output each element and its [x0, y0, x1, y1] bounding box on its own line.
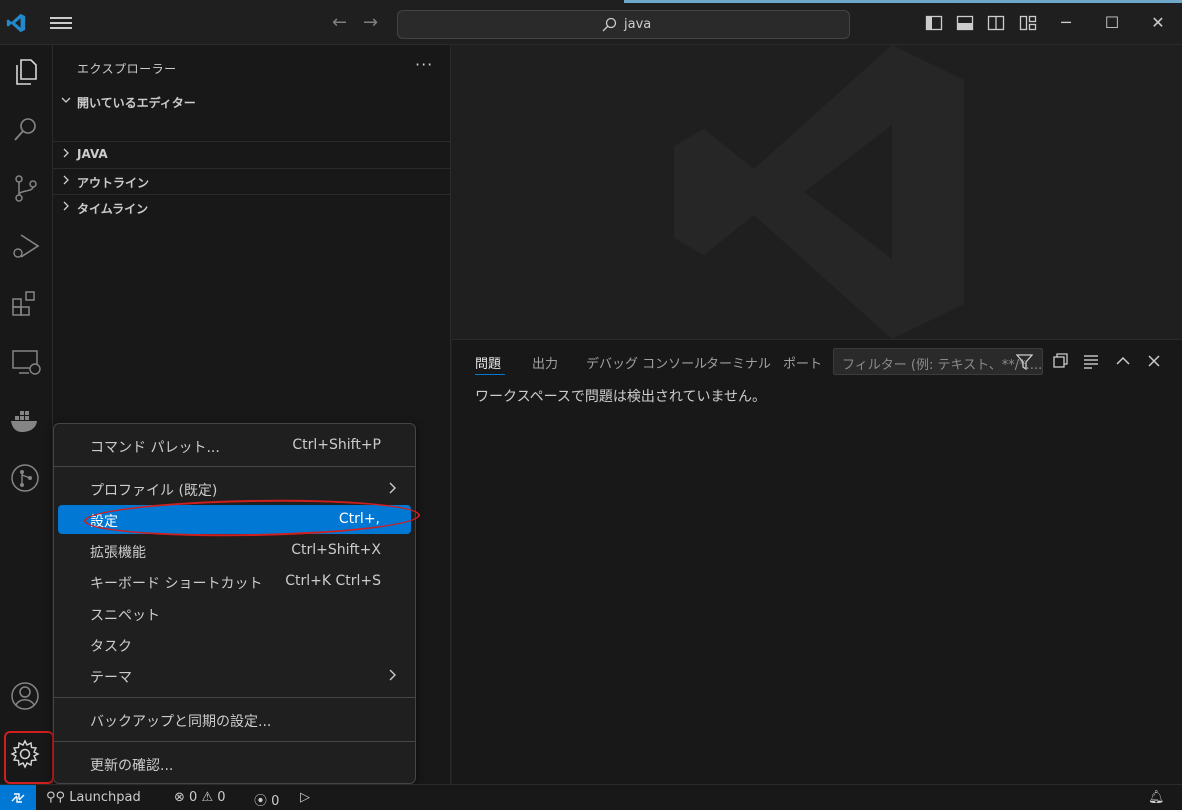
filter-icon[interactable]	[1016, 354, 1033, 370]
accounts-icon[interactable]	[9, 679, 43, 713]
vscode-logo-icon	[5, 12, 27, 34]
search-icon	[602, 17, 617, 32]
tab-ports[interactable]: ポート	[783, 353, 822, 372]
tab-terminal[interactable]: ターミナル	[706, 353, 771, 372]
section-label: アウトライン	[77, 176, 150, 190]
error-icon: ⊗	[174, 790, 185, 805]
toggle-secondary-sidebar-icon[interactable]	[987, 14, 1005, 32]
status-bar: ⚲⚲ Launchpad ⊗ 0 ⚠ 0 ⦿ 0 ▷ 🔔︎	[0, 784, 1182, 810]
chevron-down-icon	[61, 97, 71, 103]
arrow-left-icon[interactable]: ←	[332, 12, 347, 34]
active-tab-indicator	[475, 374, 505, 375]
search-text: java	[624, 17, 652, 32]
rocket-icon: ⚲⚲	[46, 790, 66, 805]
activity-bar	[0, 45, 54, 784]
maximize-icon[interactable]: ☐	[1101, 12, 1123, 34]
vscode-watermark-icon	[674, 45, 964, 339]
menu-separator	[54, 741, 415, 742]
tab-problems[interactable]: 問題	[475, 353, 501, 372]
collapse-all-icon[interactable]	[1051, 352, 1069, 370]
section-java[interactable]: JAVA	[53, 141, 451, 167]
arrow-right-icon[interactable]: →	[363, 12, 378, 34]
menu-item-tasks[interactable]: タスク	[58, 630, 411, 659]
menu-separator	[54, 466, 415, 467]
notifications-bell-icon[interactable]: 🔔︎	[1148, 790, 1165, 805]
title-bar: ← → java ─ ☐ ✕	[0, 0, 1182, 45]
chevron-right-icon	[63, 175, 69, 185]
shortcut: Ctrl+Shift+X	[291, 542, 381, 558]
section-label: タイムライン	[77, 202, 149, 216]
chevron-right-icon	[63, 201, 69, 211]
menu-item-themes[interactable]: テーマ	[58, 661, 411, 690]
section-open-editors[interactable]: 開いているエディター	[53, 89, 451, 115]
manage-context-menu: コマンド パレット... Ctrl+Shift+P プロファイル (既定) 設定…	[53, 423, 421, 784]
menu-item-keyboard-shortcuts[interactable]: キーボード ショートカット Ctrl+K Ctrl+S	[58, 567, 411, 596]
remote-icon	[11, 793, 25, 803]
run-debug-icon[interactable]	[9, 229, 43, 263]
section-label: 開いているエディター	[77, 96, 196, 110]
toggle-panel-icon[interactable]	[956, 14, 974, 32]
chevron-right-icon	[63, 148, 69, 158]
section-label: JAVA	[77, 147, 108, 161]
toggle-primary-sidebar-icon[interactable]	[925, 14, 943, 32]
explorer-icon[interactable]	[9, 55, 43, 89]
chevron-right-icon	[389, 669, 396, 681]
chevron-right-icon	[389, 482, 396, 494]
sidebar-title: エクスプローラー	[77, 62, 177, 76]
maximize-panel-icon[interactable]	[1114, 352, 1132, 370]
close-panel-icon[interactable]	[1145, 352, 1163, 370]
editor-area	[452, 45, 1182, 339]
bottom-panel: 問題 出力 デバッグ コンソール ターミナル ポート フィルター (例: テキス…	[452, 339, 1182, 784]
source-control-icon[interactable]	[9, 171, 43, 205]
docker-icon[interactable]	[9, 403, 43, 437]
background-window-strip	[624, 0, 1182, 3]
shortcut: Ctrl+Shift+P	[292, 437, 381, 453]
launchpad-item[interactable]: ⚲⚲ Launchpad	[46, 790, 141, 805]
hamburger-menu-icon[interactable]	[50, 14, 72, 32]
tab-debug-console[interactable]: デバッグ コンソール	[586, 353, 707, 372]
tab-output[interactable]: 出力	[532, 353, 558, 372]
debug-status[interactable]: ▷	[300, 790, 310, 805]
close-window-icon[interactable]: ✕	[1147, 12, 1169, 34]
debug-icon: ▷	[300, 790, 310, 805]
command-center-search[interactable]: java	[397, 10, 850, 39]
section-timeline[interactable]: タイムライン	[53, 194, 451, 220]
view-as-list-icon[interactable]	[1082, 352, 1100, 370]
minimize-icon[interactable]: ─	[1055, 12, 1077, 34]
menu-item-extensions[interactable]: 拡張機能 Ctrl+Shift+X	[58, 536, 411, 565]
problems-filter-input[interactable]: フィルター (例: テキスト、**/*....	[833, 348, 1043, 375]
shortcut: Ctrl+K Ctrl+S	[285, 573, 381, 589]
warning-icon: ⚠	[201, 790, 214, 805]
menu-item-backup-sync[interactable]: バックアップと同期の設定...	[58, 705, 411, 734]
git-graph-icon[interactable]	[9, 461, 43, 495]
filter-placeholder: フィルター (例: テキスト、**/*....	[842, 358, 1043, 373]
extensions-icon[interactable]	[9, 287, 43, 321]
menu-item-check-updates[interactable]: 更新の確認...	[58, 749, 411, 778]
remote-indicator[interactable]	[0, 785, 36, 810]
remote-explorer-icon[interactable]	[9, 345, 43, 379]
search-icon[interactable]	[9, 113, 43, 147]
ports-status[interactable]: ⦿ 0	[254, 790, 279, 809]
menu-item-command-palette[interactable]: コマンド パレット... Ctrl+Shift+P	[58, 431, 411, 460]
broadcast-icon: ⦿	[254, 794, 268, 809]
more-actions-icon[interactable]: ···	[415, 55, 433, 74]
problems-empty-message: ワークスペースで問題は検出されていません。	[475, 389, 767, 405]
menu-item-profile[interactable]: プロファイル (既定)	[58, 474, 411, 503]
menu-separator	[54, 697, 415, 698]
customize-layout-icon[interactable]	[1019, 14, 1037, 32]
menu-item-snippets[interactable]: スニペット	[58, 599, 411, 628]
gear-annotation-outline	[4, 731, 54, 784]
section-outline[interactable]: アウトライン	[53, 168, 451, 194]
problems-status[interactable]: ⊗ 0 ⚠ 0	[174, 790, 226, 805]
